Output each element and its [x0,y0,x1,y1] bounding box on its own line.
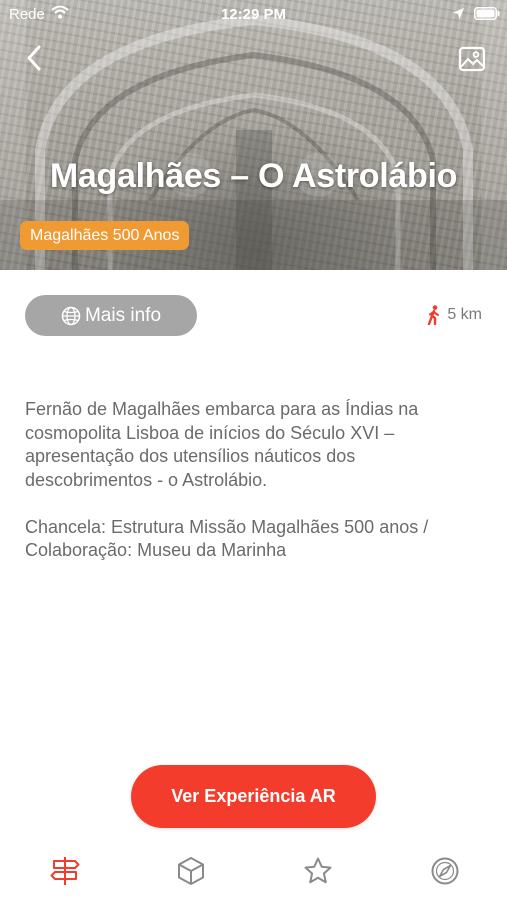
globe-icon [61,306,81,326]
star-icon [304,857,332,884]
image-gallery-icon [458,46,486,72]
tab-routes[interactable] [48,854,82,888]
status-bar: Rede 12:29 PM [0,0,507,28]
location-arrow-icon [452,7,465,24]
walking-person-icon [427,305,441,325]
description-text: Fernão de Magalhães embarca para as Índi… [25,399,429,560]
chevron-left-icon [27,45,41,71]
category-tag: Magalhães 500 Anos [20,221,190,250]
compass-icon [431,857,459,885]
more-info-button[interactable]: Mais info [25,295,197,336]
page-title: Magalhães – O Astrolábio [49,157,458,195]
gallery-button[interactable] [458,46,486,72]
tab-explore[interactable] [428,854,462,888]
tab-ar-objects[interactable] [174,854,208,888]
view-ar-experience-button[interactable]: Ver Experiência AR [131,765,376,828]
distance-value: 5 km [447,306,482,323]
status-time: 12:29 PM [220,6,287,23]
tab-bar [0,840,507,900]
distance-indicator: 5 km [427,305,482,325]
hero-image: Rede 12:29 PM Magalhães – O Astrolábio M… [0,0,507,270]
tab-favorites[interactable] [301,854,335,888]
cube-icon [178,857,204,885]
signpost-icon [50,857,80,885]
battery-icon [474,7,500,24]
back-button[interactable] [22,42,48,74]
more-info-label: Mais info [84,304,162,326]
